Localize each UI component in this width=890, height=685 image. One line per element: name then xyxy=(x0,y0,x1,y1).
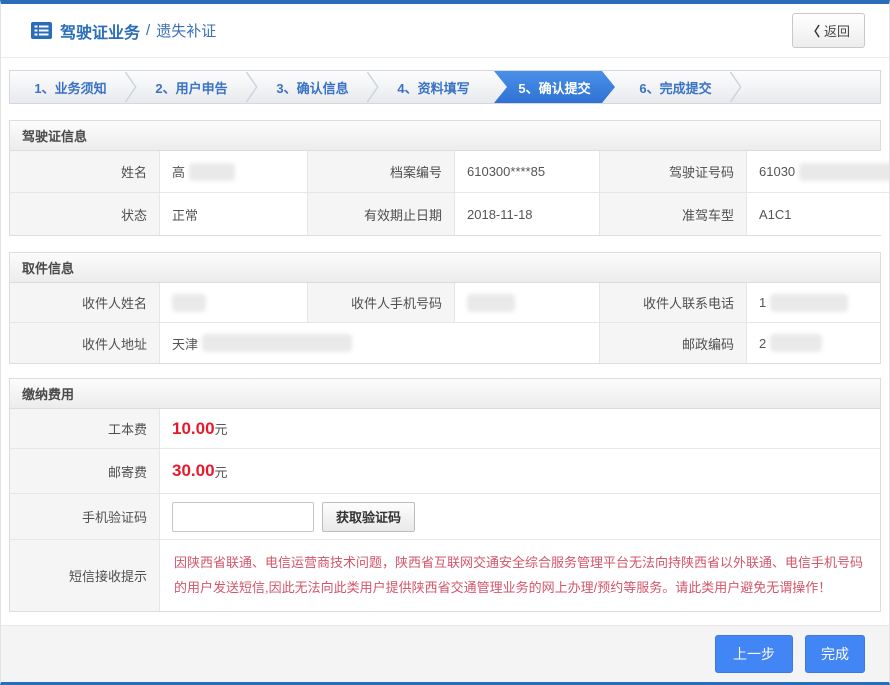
vehicle-class-value: A1C1 xyxy=(747,193,890,235)
mailing-fee-label: 邮寄费 xyxy=(10,449,160,494)
step-label: 1、业务须知 xyxy=(34,78,106,97)
redaction-blur xyxy=(467,294,515,312)
step-tab-1-notice[interactable]: 1、业务须知 xyxy=(10,71,131,103)
breadcrumb-separator: / xyxy=(146,22,150,39)
page: 驾驶证业务 / 遗失补证 〈 返回 1、业务须知 2、用户申告 3、确认信息 4… xyxy=(0,0,890,685)
fees-panel-title: 缴纳费用 xyxy=(10,379,880,409)
sms-code-input[interactable] xyxy=(172,502,314,532)
name-label: 姓名 xyxy=(10,151,160,193)
chevron-left-icon: 〈 xyxy=(807,21,820,40)
mailing-fee-unit: 元 xyxy=(215,462,228,481)
redaction-blur xyxy=(202,334,352,352)
file-number-label: 档案编号 xyxy=(308,151,455,193)
step-tab-2-declare[interactable]: 2、用户申告 xyxy=(131,71,252,103)
redaction-blur xyxy=(172,294,206,312)
form-list-icon xyxy=(31,22,52,39)
postal-code-value: 2 xyxy=(747,323,880,363)
recipient-address-value: 天津 xyxy=(160,323,600,363)
get-sms-code-button[interactable]: 获取验证码 xyxy=(322,502,415,532)
redaction-blur xyxy=(770,334,822,352)
recipient-phone-label: 收件人联系电话 xyxy=(600,283,747,323)
file-number-value: 610300****85 xyxy=(455,151,600,193)
sms-code-cell: 获取验证码 xyxy=(160,494,880,540)
header: 驾驶证业务 / 遗失补证 〈 返回 xyxy=(1,4,889,58)
redaction-blur xyxy=(770,294,848,312)
expiry-value: 2018-11-18 xyxy=(455,193,600,235)
fees-panel: 缴纳费用 工本费 10.00元 邮寄费 30.00元 手机验证码 获取验证码 短… xyxy=(9,378,881,612)
back-button-label: 返回 xyxy=(824,21,850,40)
production-fee-label: 工本费 xyxy=(10,409,160,449)
finish-button[interactable]: 完成 xyxy=(805,635,865,673)
pickup-info-panel: 取件信息 收件人姓名 收件人手机号码 收件人联系电话 1 收件人地址 天津 邮政… xyxy=(9,252,881,364)
mailing-fee-amount: 30.00 xyxy=(172,461,215,481)
step-tab-6-done[interactable]: 6、完成提交 xyxy=(615,71,736,103)
step-tab-5-confirm-submit[interactable]: 5、确认提交 xyxy=(494,71,615,103)
redaction-blur xyxy=(799,163,890,181)
redaction-blur xyxy=(189,163,235,181)
step-tab-4-fill-data[interactable]: 4、资料填写 xyxy=(373,71,494,103)
previous-step-button[interactable]: 上一步 xyxy=(715,635,793,673)
breadcrumb-current: 遗失补证 xyxy=(156,20,216,41)
name-value: 高 xyxy=(160,151,308,193)
sms-code-label: 手机验证码 xyxy=(10,494,160,540)
step-label: 2、用户申告 xyxy=(155,78,227,97)
license-info-panel: 驾驶证信息 姓名 高 档案编号 610300****85 驾驶证号码 61030… xyxy=(9,120,881,236)
page-title: 驾驶证业务 xyxy=(60,19,140,43)
recipient-phone-value: 1 xyxy=(747,283,880,323)
step-tab-3-confirm-info[interactable]: 3、确认信息 xyxy=(252,71,373,103)
production-fee-unit: 元 xyxy=(215,419,228,438)
step-label: 3、确认信息 xyxy=(276,78,348,97)
chevron-separator-icon xyxy=(729,71,743,103)
vehicle-class-label: 准驾车型 xyxy=(600,193,747,235)
action-bar: 上一步 完成 xyxy=(1,625,889,682)
status-label: 状态 xyxy=(10,193,160,235)
recipient-mobile-label: 收件人手机号码 xyxy=(308,283,455,323)
pickup-panel-title: 取件信息 xyxy=(10,253,880,283)
recipient-name-value xyxy=(160,283,308,323)
production-fee-value: 10.00元 xyxy=(160,409,880,449)
license-number-label: 驾驶证号码 xyxy=(600,151,747,193)
expiry-label: 有效期止日期 xyxy=(308,193,455,235)
step-bar: 1、业务须知 2、用户申告 3、确认信息 4、资料填写 5、确认提交 6、完成提… xyxy=(9,70,881,104)
step-label: 6、完成提交 xyxy=(639,78,711,97)
step-label: 4、资料填写 xyxy=(397,78,469,97)
recipient-address-label: 收件人地址 xyxy=(10,323,160,363)
mailing-fee-value: 30.00元 xyxy=(160,449,880,494)
back-button[interactable]: 〈 返回 xyxy=(792,13,865,48)
sms-notice-label: 短信接收提示 xyxy=(10,540,160,611)
recipient-name-label: 收件人姓名 xyxy=(10,283,160,323)
production-fee-amount: 10.00 xyxy=(172,419,215,439)
recipient-mobile-value xyxy=(455,283,600,323)
license-table: 姓名 高 档案编号 610300****85 驾驶证号码 61030 状态 正常… xyxy=(10,151,880,235)
license-panel-title: 驾驶证信息 xyxy=(10,121,880,151)
license-number-value: 61030 xyxy=(747,151,890,193)
pickup-table: 收件人姓名 收件人手机号码 收件人联系电话 1 收件人地址 天津 邮政编码 2 xyxy=(10,283,880,363)
status-value: 正常 xyxy=(160,193,308,235)
step-label: 5、确认提交 xyxy=(518,78,590,97)
fees-table: 工本费 10.00元 邮寄费 30.00元 手机验证码 获取验证码 短信接收提示… xyxy=(10,409,880,611)
postal-code-label: 邮政编码 xyxy=(600,323,747,363)
sms-notice-text: 因陕西省联通、电信运营商技术问题，陕西省互联网交通安全综合服务管理平台无法向持陕… xyxy=(160,540,880,611)
